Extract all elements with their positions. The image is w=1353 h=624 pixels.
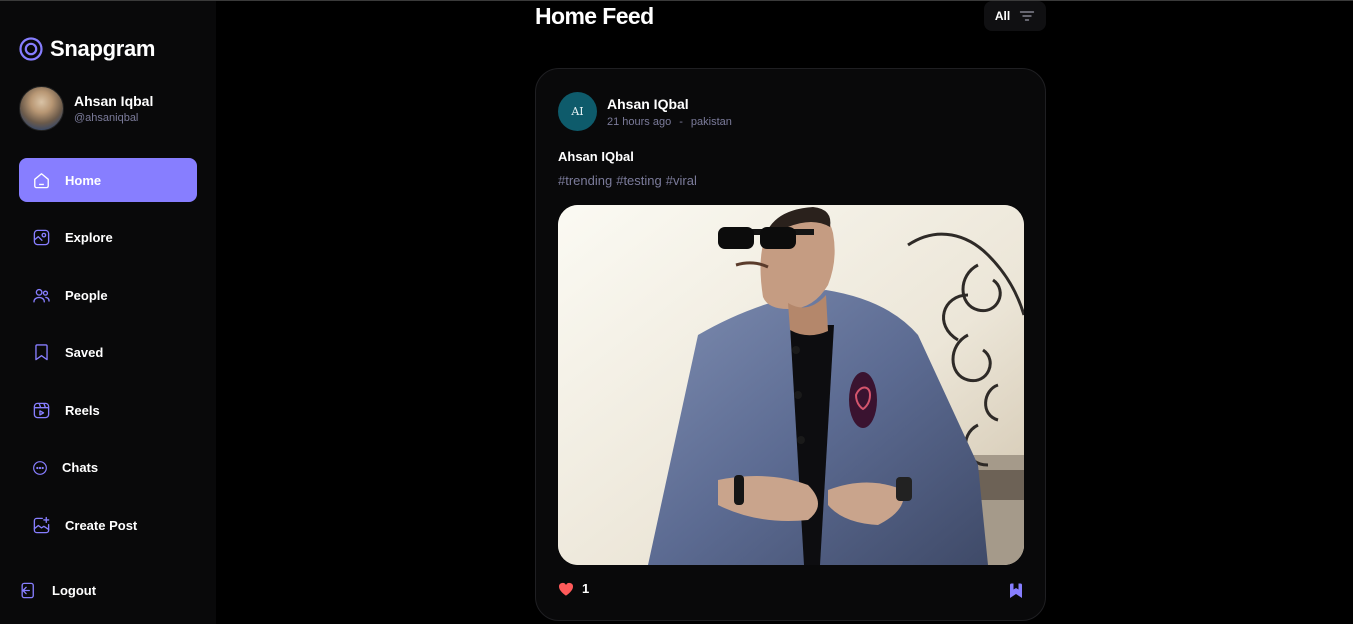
- sidebar-item-label: Home: [65, 172, 102, 188]
- post-author[interactable]: AI Ahsan IQbal 21 hours ago - pakistan: [558, 92, 732, 131]
- filter-label: All: [994, 9, 1011, 23]
- left-sidebar: Snapgram Ahsan Iqbal @ahsaniqbal Home Ex…: [0, 1, 216, 624]
- post-location: pakistan: [690, 115, 732, 128]
- chat-icon: [33, 460, 47, 475]
- avatar[interactable]: [19, 86, 64, 131]
- heart-icon[interactable]: [558, 582, 574, 596]
- filter-icon: [1020, 11, 1035, 21]
- bookmark-icon: [1010, 583, 1022, 598]
- sidebar-item-explore[interactable]: Explore: [19, 216, 197, 260]
- bookmark-icon: [35, 344, 48, 361]
- profile-name: Ahsan Iqbal: [74, 93, 154, 109]
- tag[interactable]: #testing: [616, 173, 662, 188]
- post-card: AI Ahsan IQbal 21 hours ago - pakistan A…: [535, 68, 1046, 621]
- reels-icon: [33, 402, 50, 418]
- create-post-icon: [33, 516, 50, 533]
- sidebar-item-home[interactable]: Home: [19, 158, 197, 202]
- post-image[interactable]: [558, 205, 1024, 565]
- logout-icon: [21, 582, 34, 599]
- logout-label: Logout: [52, 583, 97, 598]
- app-name: Snapgram: [50, 36, 156, 61]
- profile-handle: @ahsaniqbal: [74, 112, 139, 124]
- sidebar-item-label: Explore: [65, 230, 113, 245]
- home-icon: [34, 172, 49, 188]
- sidebar-item-label: Reels: [65, 402, 100, 418]
- tag[interactable]: #viral: [666, 173, 697, 188]
- sidebar-item-people[interactable]: People: [19, 273, 197, 317]
- filter-dropdown[interactable]: All: [984, 1, 1046, 31]
- post-meta: 21 hours ago - pakistan: [607, 116, 732, 128]
- like-count: 1: [582, 581, 590, 596]
- sidebar-item-label: Create Post: [65, 517, 138, 533]
- post-time: 21 hours ago: [607, 115, 672, 128]
- sidebar-item-chats[interactable]: Chats: [19, 446, 197, 490]
- logout-button[interactable]: Logout: [19, 581, 96, 600]
- explore-icon: [33, 229, 50, 246]
- sidebar-item-reels[interactable]: Reels: [19, 388, 197, 432]
- sidebar-item-label: Saved: [65, 345, 104, 360]
- page-title: Home Feed: [535, 3, 654, 29]
- post-tags: #trending #testing #viral: [558, 173, 697, 188]
- sidebar-item-label: People: [65, 287, 108, 303]
- people-icon: [33, 288, 50, 303]
- post-stats: 1: [558, 581, 589, 596]
- tag[interactable]: #trending: [558, 173, 612, 188]
- author-avatar[interactable]: AI: [558, 92, 597, 131]
- sidebar-item-saved[interactable]: Saved: [19, 331, 197, 375]
- meta-separator: -: [679, 115, 683, 128]
- app-logo[interactable]: Snapgram: [19, 36, 155, 62]
- sidebar-nav: Home Explore People Saved Reels Chats Cr…: [19, 158, 197, 561]
- author-name[interactable]: Ahsan IQbal: [607, 96, 732, 112]
- post-photo: [558, 205, 1024, 565]
- user-profile[interactable]: Ahsan Iqbal @ahsaniqbal: [19, 86, 153, 131]
- sidebar-item-create-post[interactable]: Create Post: [19, 503, 197, 547]
- logo-icon: [19, 37, 43, 61]
- post-caption: Ahsan IQbal: [558, 149, 634, 164]
- sidebar-item-label: Chats: [62, 460, 99, 475]
- save-post-button[interactable]: [1009, 583, 1023, 604]
